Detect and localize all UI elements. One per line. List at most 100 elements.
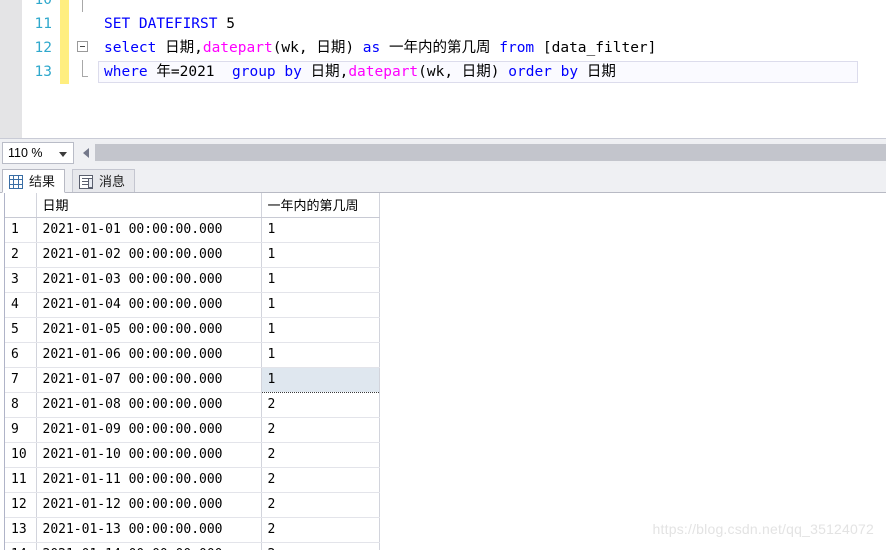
results-grid-pane[interactable]: 日期 一年内的第几周 1 2021-01-01 00:00:00.000 1 2 202… [0,193,886,550]
table-row[interactable]: 6 2021-01-06 00:00:00.000 1 [5,342,380,368]
code-token-pl: 日期, [165,40,203,56]
cell-row-number[interactable]: 4 [5,292,37,318]
cell-date[interactable]: 2021-01-05 00:00:00.000 [36,317,262,343]
cell-row-number[interactable]: 11 [5,467,37,493]
code-token-pl: (wk, 日期) [418,64,509,80]
table-row[interactable]: 10 2021-01-10 00:00:00.000 2 [5,442,380,468]
cell-week[interactable]: 2 [261,417,380,443]
cell-row-number[interactable]: 12 [5,492,37,518]
cell-row-number[interactable]: 14 [5,542,37,550]
results-grid[interactable]: 日期 一年内的第几周 1 2021-01-01 00:00:00.000 1 2 202… [5,193,380,550]
cell-week[interactable]: 2 [261,442,380,468]
cell-date[interactable]: 2021-01-12 00:00:00.000 [36,492,262,518]
cell-row-number[interactable]: 7 [5,367,37,393]
cell-date[interactable]: 2021-01-03 00:00:00.000 [36,267,262,293]
zoom-level-dropdown[interactable]: 110 % [2,142,74,164]
table-row[interactable]: 13 2021-01-13 00:00:00.000 2 [5,517,380,543]
table-row[interactable]: 9 2021-01-09 00:00:00.000 2 [5,417,380,443]
code-token-pl: [data_filter] [542,40,657,56]
cell-week[interactable]: 2 [261,492,380,518]
code-token-kw: from [499,40,543,56]
cell-date[interactable]: 2021-01-07 00:00:00.000 [36,367,262,393]
cell-row-number[interactable]: 10 [5,442,37,468]
code-token-pl: 日期, [310,64,349,80]
cell-week[interactable]: 2 [261,517,380,543]
cell-week[interactable]: 1 [261,267,380,293]
cell-date[interactable]: 2021-01-14 00:00:00.000 [36,542,262,550]
table-row[interactable]: 2 2021-01-02 00:00:00.000 1 [5,242,380,268]
cell-date[interactable]: 2021-01-04 00:00:00.000 [36,292,262,318]
cell-week[interactable]: 1 [261,217,380,243]
tab-messages[interactable]: 消息 [72,169,136,193]
cell-date[interactable]: 2021-01-11 00:00:00.000 [36,467,262,493]
collapse-region-icon[interactable] [77,41,88,52]
line-number: 13 [34,64,52,80]
results-tab-strip: 结果 消息 [0,169,886,193]
cell-row-number[interactable]: 5 [5,317,37,343]
cell-week[interactable]: 2 [261,467,380,493]
cell-week[interactable]: 1 [261,342,380,368]
tab-results[interactable]: 结果 [2,169,66,193]
code-token-kw: select [104,40,166,56]
cell-week[interactable]: 2 [261,392,380,418]
table-row[interactable]: 3 2021-01-03 00:00:00.000 1 [5,267,380,293]
cell-date[interactable]: 2021-01-02 00:00:00.000 [36,242,262,268]
cell-week-selected[interactable]: 1 [260,366,380,393]
cell-week[interactable]: 1 [261,292,380,318]
column-header-week[interactable]: 一年内的第几周 [261,193,380,218]
cell-row-number[interactable]: 9 [5,417,37,443]
results-grid-body: 1 2021-01-01 00:00:00.000 1 2 2021-01-02 00:… [5,217,380,550]
cell-date[interactable]: 2021-01-09 00:00:00.000 [36,417,262,443]
cell-date[interactable]: 2021-01-08 00:00:00.000 [36,392,262,418]
header-row: 日期 一年内的第几周 [5,193,380,218]
table-row[interactable]: 8 2021-01-08 00:00:00.000 2 [5,392,380,418]
fold-column[interactable] [76,60,92,84]
column-header-date[interactable]: 日期 [36,193,262,218]
unsaved-change-indicator [60,12,69,36]
code-text: select 日期,datepart(wk, 日期) as 一年内的第几周 fr… [104,36,656,60]
cell-date[interactable]: 2021-01-06 00:00:00.000 [36,342,262,368]
cell-date[interactable]: 2021-01-13 00:00:00.000 [36,517,262,543]
grid-icon [9,175,23,189]
cell-row-number[interactable]: 1 [5,217,37,243]
tab-messages-label: 消息 [99,174,126,189]
table-row[interactable]: 11 2021-01-11 00:00:00.000 2 [5,467,380,493]
cell-row-number[interactable]: 6 [5,342,37,368]
fold-region-line [82,60,88,77]
cell-week[interactable]: 1 [261,317,380,343]
horizontal-scrollbar-track[interactable] [95,142,886,164]
table-row[interactable]: 7 2021-01-07 00:00:00.000 1 [5,366,380,393]
watermark-text: https://blog.csdn.net/qq_35124072 [652,521,874,537]
cell-row-number[interactable]: 8 [5,392,37,418]
cell-row-number[interactable]: 13 [5,517,37,543]
cell-row-number[interactable]: 3 [5,267,37,293]
sql-editor-pane[interactable]: 10 11 SET DATEFIRST 5 12 select 日期,datepart(… [0,0,886,138]
code-token-pl: 日期 [586,64,616,80]
cell-row-number[interactable]: 2 [5,242,37,268]
editor-selection-margin[interactable] [0,0,23,138]
code-token-kw: order by [508,64,587,80]
table-row[interactable]: 1 2021-01-01 00:00:00.000 1 [5,217,380,243]
chevron-down-icon[interactable] [59,152,67,157]
table-row[interactable]: 4 2021-01-04 00:00:00.000 1 [5,292,380,318]
line-number: 11 [34,16,52,32]
zoom-level-value: 110 % [8,146,43,160]
cell-week[interactable]: 2 [261,542,380,550]
column-header-rownum[interactable] [5,193,37,218]
table-row[interactable]: 142021-01-14 00:00:00.0002 [5,542,380,550]
fold-column[interactable] [76,36,92,60]
cell-date[interactable]: 2021-01-01 00:00:00.000 [36,217,262,243]
cell-week[interactable]: 1 [261,242,380,268]
results-grid-header: 日期 一年内的第几周 [5,193,380,218]
code-token-pl: 年=2021 [156,64,232,80]
table-row[interactable]: 5 2021-01-05 00:00:00.000 1 [5,317,380,343]
horizontal-scrollbar-thumb[interactable] [95,144,886,161]
message-icon [79,175,93,189]
fold-column[interactable] [76,12,92,36]
code-token-pl: (wk, 日期) [272,40,363,56]
unsaved-change-indicator [60,36,69,60]
fold-column[interactable] [76,0,92,12]
table-row[interactable]: 12 2021-01-12 00:00:00.000 2 [5,492,380,518]
scroll-left-arrow-icon[interactable] [78,142,95,164]
cell-date[interactable]: 2021-01-10 00:00:00.000 [36,442,262,468]
